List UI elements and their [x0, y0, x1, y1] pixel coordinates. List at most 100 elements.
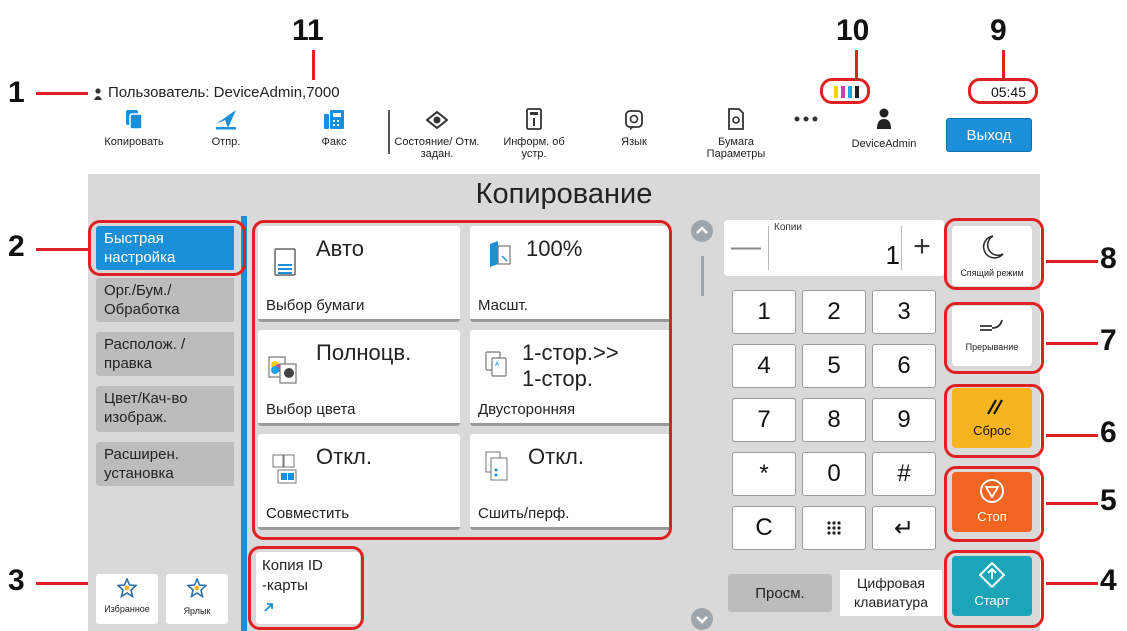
toolbar-send[interactable]: Отпр.	[200, 108, 252, 148]
callout-11: 11	[292, 14, 324, 47]
toolbar-device-info[interactable]: Информ. об устр.	[498, 108, 570, 160]
toner-black	[855, 86, 859, 98]
fax-icon	[310, 108, 358, 130]
key-enter[interactable]: ↵	[872, 506, 936, 550]
chevron-down-icon	[696, 616, 708, 624]
id-card-copy-button[interactable]: Копия ID -карты	[256, 552, 360, 624]
key-8[interactable]: 8	[802, 398, 866, 442]
toner-yellow	[834, 86, 838, 98]
key-3[interactable]: 3	[872, 290, 936, 334]
tab-color-quality[interactable]: Цвет/Кач-во изображ.	[96, 386, 234, 432]
callout-line-6	[1046, 434, 1098, 437]
card-duplex-value: 1-стор.>> 1-стор.	[522, 340, 619, 391]
card-underline	[258, 319, 460, 322]
paper-settings-icon	[696, 108, 776, 130]
staple-punch-icon	[484, 450, 510, 487]
reset-slash-icon	[987, 399, 1003, 415]
start-icon	[978, 561, 1006, 589]
stop-button[interactable]: Стоп	[952, 472, 1032, 532]
status-eye-icon	[394, 108, 480, 130]
copies-plus-button[interactable]: +	[904, 230, 940, 266]
scroll-down-button[interactable]	[691, 608, 713, 630]
card-duplex-label: Двусторонняя	[478, 401, 576, 418]
sleep-button[interactable]: Спящий режим	[952, 226, 1032, 286]
key-4[interactable]: 4	[732, 344, 796, 388]
card-underline	[470, 527, 672, 530]
start-label: Старт	[974, 593, 1010, 608]
callout-3: 3	[8, 564, 25, 597]
toolbar-more[interactable]	[788, 108, 824, 136]
favorites-icon	[96, 576, 158, 600]
card-combine[interactable]: Откл. Совместить	[258, 434, 460, 530]
toolbar-user-label: DeviceAdmin	[851, 138, 917, 150]
tab-advanced-setup[interactable]: Расширен. установка	[96, 442, 234, 486]
user-icon	[834, 108, 934, 130]
toolbar-user[interactable]: DeviceAdmin	[834, 108, 934, 150]
key-clear[interactable]: C	[732, 506, 796, 550]
callout-9: 9	[990, 14, 1007, 47]
interrupt-button[interactable]: Прерывание	[952, 306, 1032, 366]
shortcut-button[interactable]: Ярлык	[166, 574, 228, 624]
callout-6: 6	[1100, 416, 1117, 449]
card-zoom-value: 100%	[526, 236, 583, 261]
interrupt-icon	[980, 319, 1003, 331]
card-underline	[258, 527, 460, 530]
reset-button[interactable]: Сброс	[952, 388, 1032, 448]
toolbar-fax[interactable]: Факс	[310, 108, 358, 148]
toolbar-send-label: Отпр.	[211, 136, 241, 148]
callout-line-1	[36, 92, 92, 95]
toolbar-paper-settings[interactable]: Бумага Параметры	[696, 108, 776, 160]
copies-minus-button[interactable]: —	[728, 230, 764, 266]
top-bar: Пользователь: DeviceAdmin,7000 05:45 Коп…	[88, 80, 1040, 174]
tab-layout-edit[interactable]: Располож. /правка	[96, 332, 234, 376]
tab-quick-setup[interactable]: Быстрая настройка	[96, 226, 234, 270]
toolbar-language[interactable]: Язык	[614, 108, 654, 148]
moon-icon	[982, 235, 1004, 259]
key-1[interactable]: 1	[732, 290, 796, 334]
digital-keyboard-toggle[interactable]: Цифровая клавиатура	[840, 570, 942, 616]
card-underline	[470, 423, 672, 426]
exit-button[interactable]: Выход	[946, 118, 1032, 152]
key-asterisk[interactable]: *	[732, 452, 796, 496]
key-6[interactable]: 6	[872, 344, 936, 388]
key-0[interactable]: 0	[802, 452, 866, 496]
user-small-icon	[94, 87, 102, 100]
card-color-selection[interactable]: Полноцв. Выбор цвета	[258, 330, 460, 426]
toolbar-copy[interactable]: Копировать	[96, 108, 172, 148]
tab-org-paper-finishing[interactable]: Орг./Бум./ Обработка	[96, 278, 234, 322]
user-status-text: Пользователь: DeviceAdmin,7000	[108, 84, 340, 101]
shortcut-arrow-icon	[264, 598, 274, 618]
callout-1: 1	[8, 76, 25, 109]
key-grid-icon[interactable]	[802, 506, 866, 550]
key-hash[interactable]: #	[872, 452, 936, 496]
key-9[interactable]: 9	[872, 398, 936, 442]
interrupt-label: Прерывание	[965, 342, 1019, 352]
favorites-button[interactable]: Избранное	[96, 574, 158, 624]
scroll-track[interactable]	[701, 256, 704, 296]
card-staple-punch[interactable]: Откл. Сшить/перф.	[470, 434, 672, 530]
toolbar-status[interactable]: Состояние/ Отм. задан.	[394, 108, 480, 160]
card-zoom[interactable]: 100% Масшт.	[470, 226, 672, 322]
copies-value[interactable]: 1	[886, 240, 900, 271]
toolbar-language-label: Язык	[621, 136, 647, 148]
toner-level-indicator	[834, 86, 859, 98]
card-paper-selection[interactable]: Авто Выбор бумаги	[258, 226, 460, 322]
language-icon	[614, 108, 654, 130]
clock: 05:45	[990, 84, 1026, 100]
scroll-up-button[interactable]	[691, 220, 713, 242]
stop-icon	[980, 479, 1004, 503]
key-2[interactable]: 2	[802, 290, 866, 334]
key-5[interactable]: 5	[802, 344, 866, 388]
callout-line-8	[1046, 260, 1098, 263]
card-duplex[interactable]: A 1-стор.>> 1-стор. Двусторонняя	[470, 330, 672, 426]
callout-7: 7	[1100, 324, 1117, 357]
card-color-label: Выбор цвета	[266, 401, 356, 418]
key-7[interactable]: 7	[732, 398, 796, 442]
callout-line-2	[36, 248, 92, 251]
preview-button[interactable]: Просм.	[728, 574, 832, 612]
start-button[interactable]: Старт	[952, 556, 1032, 616]
card-zoom-label: Масшт.	[478, 297, 528, 314]
callout-4: 4	[1100, 564, 1117, 597]
copies-label: Копии	[774, 222, 802, 233]
toolbar-status-label: Состояние/ Отм. задан.	[394, 136, 480, 160]
